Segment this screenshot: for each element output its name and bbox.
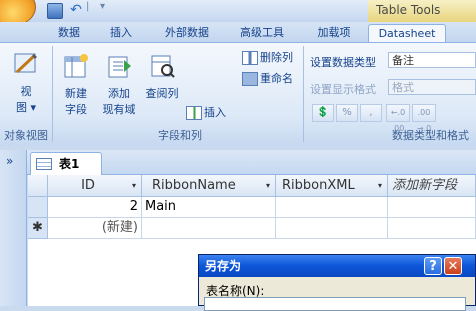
delete-column-button[interactable]: 删除列 [242,51,293,65]
data-type-select[interactable]: 备注 [388,52,476,68]
save-icon[interactable] [47,3,63,19]
tab-datasheet[interactable]: Datasheet [368,24,446,43]
select-all-corner[interactable] [28,175,48,197]
tab-insert[interactable]: 插入 [106,24,136,42]
row-selector[interactable] [28,197,48,218]
group-label-data-type-format: 数据类型和格式 [392,129,469,142]
new-field-icon [64,54,88,78]
currency-format-button[interactable]: 💲 [312,104,334,122]
help-button[interactable]: ? [424,257,442,275]
table-cell-new-field[interactable] [388,197,476,218]
expand-nav-pane-icon[interactable]: » [6,154,13,168]
lookup-column-label: 查阅列 [145,87,179,100]
group-divider [303,46,304,142]
tab-external-data[interactable]: 外部数据 [160,24,214,42]
format-label: 设置显示格式 [310,83,376,96]
rename-label: 重命名 [260,72,293,85]
table-cell-new-field[interactable] [388,218,476,239]
close-button[interactable]: ✕ [444,257,462,275]
view-label-1: 视 [20,85,32,98]
table-cell-ribbonxml[interactable] [276,197,388,218]
insert-column-icon [186,106,202,120]
customize-quick-access-icon[interactable]: ▾ [100,0,105,14]
column-header-label: RibbonXML [282,178,355,193]
chevron-down-icon: ▾ [30,101,37,114]
chevron-down-icon[interactable]: ▾ [266,175,270,197]
rename-icon [242,72,258,86]
lookup-column-button[interactable]: 查阅列 [142,52,182,101]
group-label-views: 对象视图 [4,129,48,142]
decrease-decimals-button[interactable]: .00 →.0 [412,104,436,133]
add-existing-label-1: 添加 [108,87,130,100]
tab-addins[interactable]: 加载项 [312,24,356,42]
tab-advanced-tools[interactable]: 高级工具 [236,24,288,42]
table-tools-contextual-title: Table Tools [368,0,476,22]
table-cell-ribbonname[interactable]: Main [142,197,276,218]
add-existing-label-2: 现有域 [102,103,136,116]
insert-column-label: 插入 [204,106,226,119]
chevron-down-icon[interactable]: ▾ [378,175,382,197]
format-select[interactable]: 格式 [388,79,476,95]
table-cell-id[interactable]: 2 [48,197,142,218]
percent-format-button[interactable]: % [336,104,358,122]
increase-decimals-button[interactable]: ←.0 .00 [386,104,410,133]
tab-data[interactable]: 数据 [54,24,84,42]
navigation-pane-collapsed[interactable] [0,150,27,306]
view-label-2: 图 [15,101,27,114]
column-header-label: ID [81,178,95,193]
insert-column-button[interactable]: 插入 [186,106,226,120]
column-header-ribbonxml[interactable]: RibbonXML ▾ [276,175,388,197]
chevron-down-icon[interactable]: ▾ [132,175,136,197]
quick-access-separator: | [86,1,90,12]
add-existing-fields-icon [108,56,131,78]
new-field-label-2: 字段 [65,103,87,116]
group-label-fields-columns: 字段和列 [158,129,202,142]
new-field-button[interactable]: 新建 字段 [58,52,94,117]
currency-icon: 💲 [316,107,330,118]
new-record-selector[interactable]: ✱ [28,218,48,239]
table-cell-id-new[interactable]: (新建) [48,218,142,239]
column-header-label: 添加新字段 [392,178,458,193]
group-divider [52,46,53,142]
view-button[interactable]: 视 图 ▾ [6,50,46,115]
add-existing-fields-button[interactable]: 添加 现有域 [98,52,140,117]
delete-column-icon [242,51,258,65]
undo-icon[interactable]: ↶ [69,3,83,17]
table-cell-ribbonxml-new[interactable] [276,218,388,239]
column-header-add-new-field[interactable]: 添加新字段 [388,175,476,197]
table-cell-ribbonname-new[interactable] [142,218,276,239]
design-view-icon [14,53,37,74]
table-name-input[interactable] [204,297,466,311]
column-header-ribbonname[interactable]: RibbonName ▾ [142,175,276,197]
data-type-label: 设置数据类型 [310,56,376,69]
table-icon [36,158,52,170]
comma-format-button[interactable]: , [360,104,382,122]
comma-icon: , [369,107,373,118]
percent-icon: % [342,107,352,118]
column-header-label: RibbonName [152,178,236,193]
rename-button[interactable]: 重命名 [242,72,293,86]
new-field-label-1: 新建 [65,87,87,100]
column-header-id[interactable]: ID ▾ [48,175,142,197]
delete-column-label: 删除列 [260,51,293,64]
lookup-column-icon [151,55,175,78]
